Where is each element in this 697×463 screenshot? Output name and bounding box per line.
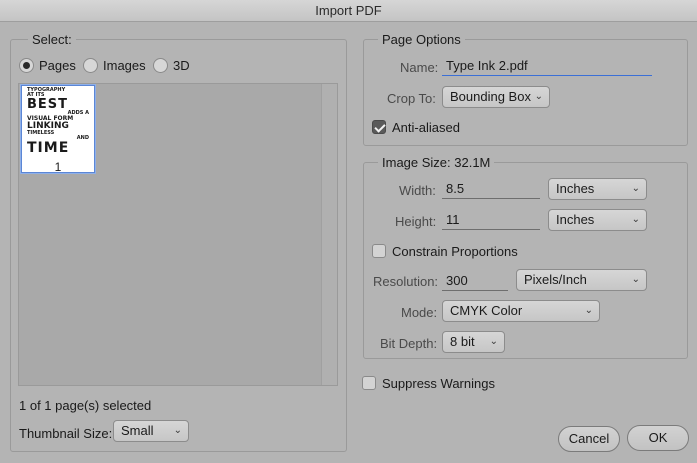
suppress-warnings-checkbox[interactable] (362, 376, 376, 390)
mode-select[interactable]: CMYK Color ⌄ (442, 300, 600, 322)
3d-radio-label[interactable]: 3D (173, 58, 190, 73)
image-size-heading: Image Size: 32.1M (378, 155, 495, 170)
mode-label: Mode: (401, 305, 438, 320)
thumbnail-art: TYPOGRAPHY AT ITS BEST ADDS A VISUAL FOR… (27, 88, 89, 156)
selection-status: 1 of 1 page(s) selected (19, 398, 152, 413)
page-number: 1 (54, 160, 62, 174)
thumbnail-area[interactable]: TYPOGRAPHY AT ITS BEST ADDS A VISUAL FOR… (18, 83, 338, 386)
thumbnail-line: TIME (27, 140, 70, 156)
constrain-proportions-checkbox[interactable] (372, 244, 386, 258)
width-unit-select[interactable]: Inches ⌄ (548, 178, 647, 200)
thumbnail-size-value: Small (121, 423, 154, 438)
height-unit-select[interactable]: Inches ⌄ (548, 209, 647, 231)
bit-depth-select[interactable]: 8 bit ⌄ (442, 331, 505, 353)
images-radio[interactable] (83, 58, 98, 73)
mode-value: CMYK Color (450, 303, 523, 318)
thumbnail-scrollbar[interactable] (321, 84, 337, 385)
bit-depth-value: 8 bit (450, 334, 475, 349)
select-heading: Select: (28, 32, 76, 47)
suppress-warnings-label[interactable]: Suppress Warnings (382, 376, 495, 391)
cancel-button[interactable]: Cancel (558, 426, 620, 452)
chevron-down-icon: ⌄ (489, 336, 498, 347)
images-radio-label[interactable]: Images (103, 58, 146, 73)
resolution-unit-value: Pixels/Inch (524, 272, 587, 287)
3d-radio[interactable] (153, 58, 168, 73)
resolution-unit-select[interactable]: Pixels/Inch ⌄ (516, 269, 647, 291)
chevron-down-icon: ⌄ (534, 91, 543, 102)
anti-aliased-checkbox[interactable] (372, 120, 386, 134)
thumbnail-size-label: Thumbnail Size: (19, 426, 113, 441)
chevron-down-icon: ⌄ (631, 214, 640, 225)
anti-aliased-label[interactable]: Anti-aliased (392, 120, 460, 135)
resolution-label: Resolution: (373, 274, 439, 289)
width-unit-value: Inches (556, 181, 595, 196)
page-thumbnail[interactable]: TYPOGRAPHY AT ITS BEST ADDS A VISUAL FOR… (21, 85, 95, 174)
ok-button[interactable]: OK (627, 425, 689, 451)
height-unit-value: Inches (556, 212, 595, 227)
resolution-input[interactable]: 300 (442, 271, 508, 291)
width-label: Width: (399, 183, 436, 198)
height-label: Height: (395, 214, 437, 229)
width-input[interactable]: 8.5 (442, 179, 540, 199)
pages-radio-label[interactable]: Pages (39, 58, 76, 73)
chevron-down-icon: ⌄ (631, 274, 640, 285)
constrain-proportions-label[interactable]: Constrain Proportions (392, 244, 518, 259)
name-label: Name: (400, 60, 439, 75)
crop-to-label: Crop To: (387, 91, 436, 106)
height-input[interactable]: 11 (442, 210, 540, 230)
crop-to-select[interactable]: Bounding Box ⌄ (442, 86, 550, 108)
chevron-down-icon: ⌄ (631, 183, 640, 194)
window-title: Import PDF (0, 0, 697, 22)
pages-radio[interactable] (19, 58, 34, 73)
chevron-down-icon: ⌄ (173, 425, 182, 436)
chevron-down-icon: ⌄ (584, 305, 593, 316)
page-options-heading: Page Options (378, 32, 465, 47)
crop-to-value: Bounding Box (450, 89, 531, 104)
bit-depth-label: Bit Depth: (380, 336, 438, 351)
thumbnail-size-select[interactable]: Small ⌄ (113, 420, 189, 442)
name-input[interactable]: Type Ink 2.pdf (442, 56, 652, 76)
